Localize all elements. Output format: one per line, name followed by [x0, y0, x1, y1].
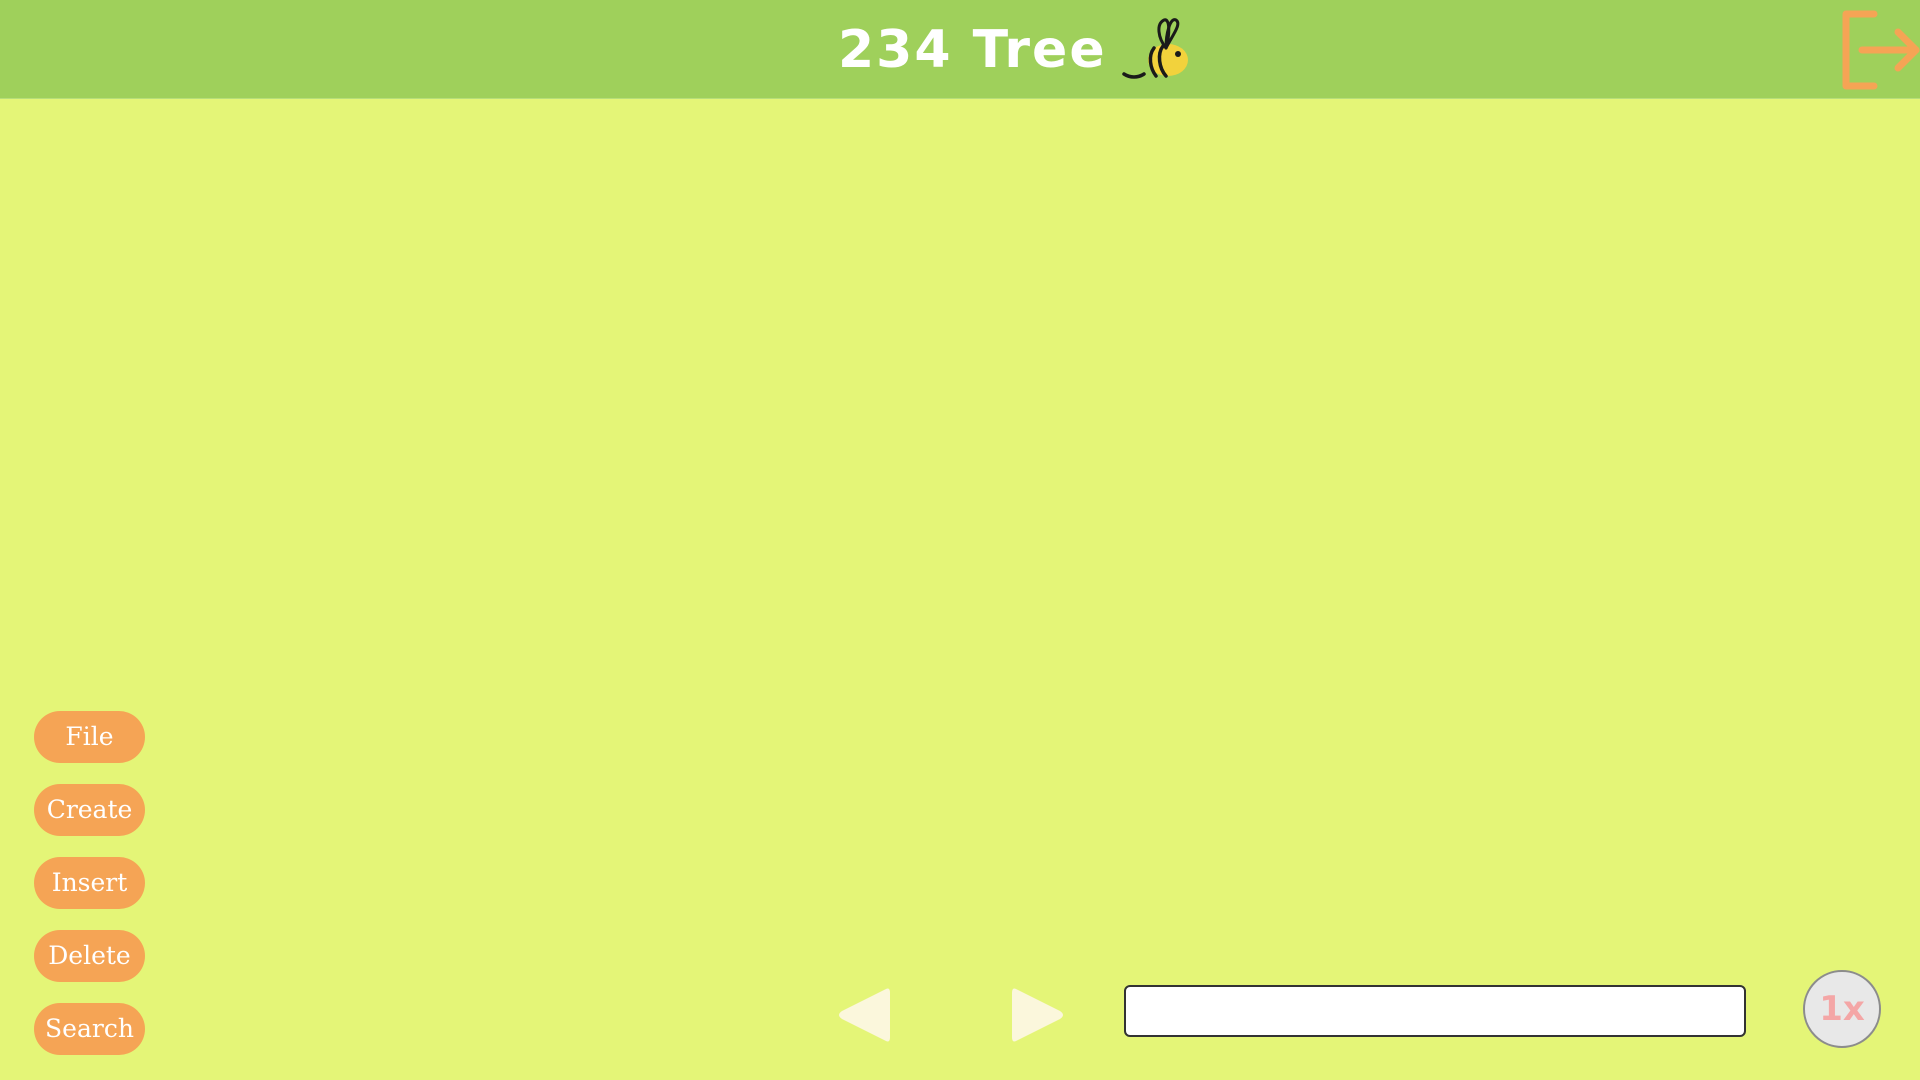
triangle-right-icon[interactable]	[1008, 983, 1068, 1047]
search-button[interactable]: Search	[34, 1003, 145, 1055]
create-button[interactable]: Create	[34, 784, 145, 836]
title-wrap: 234 Tree	[838, 16, 1107, 84]
sidebar-buttons: File Create Insert Delete Search	[34, 711, 146, 1076]
triangle-left-icon[interactable]	[834, 983, 894, 1047]
bee-icon	[1122, 18, 1188, 79]
exit-icon[interactable]	[1838, 10, 1920, 90]
insert-button[interactable]: Insert	[34, 857, 145, 909]
value-input[interactable]	[1124, 985, 1746, 1037]
file-button[interactable]: File	[34, 711, 145, 763]
delete-button[interactable]: Delete	[34, 930, 145, 982]
header-bar: 234 Tree	[0, 0, 1920, 99]
speed-button[interactable]: 1x	[1803, 970, 1881, 1048]
app-root: 234 Tree File Create Insert Delete Searc…	[0, 0, 1920, 1080]
page-title: 234 Tree	[838, 20, 1107, 80]
